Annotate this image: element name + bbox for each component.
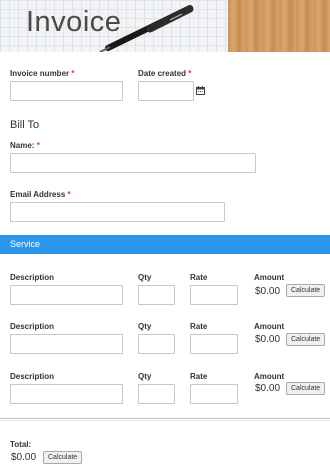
required-mark: *	[188, 69, 192, 78]
name-label-text: Name:	[10, 141, 35, 150]
total-label: Total:	[10, 440, 32, 449]
amount-label: Amount	[254, 273, 285, 282]
rate-label: Rate	[190, 372, 208, 381]
description-label: Description	[10, 322, 55, 331]
page-title: Invoice	[26, 6, 122, 38]
description-label: Description	[10, 372, 55, 381]
date-created-label-text: Date created	[138, 69, 187, 78]
required-mark: *	[71, 69, 75, 78]
rate-input[interactable]	[190, 334, 238, 354]
rate-input[interactable]	[190, 285, 238, 305]
amount-value: $0.00	[255, 383, 281, 394]
amount-label: Amount	[254, 322, 285, 331]
rate-label: Rate	[190, 273, 208, 282]
section-divider	[0, 418, 330, 419]
amount-value: $0.00	[255, 286, 281, 297]
amount-value: $0.00	[255, 334, 281, 345]
calculate-button[interactable]: Calculate	[286, 284, 326, 297]
email-label-text: Email Address	[10, 190, 66, 199]
qty-input[interactable]	[138, 384, 175, 404]
service-bar-label: Service	[10, 239, 41, 249]
total-calculate-button[interactable]: Calculate	[43, 451, 83, 464]
qty-input[interactable]	[138, 334, 175, 354]
service-section-bar: Service	[0, 235, 330, 254]
invoice-number-label: Invoice number *	[10, 69, 74, 78]
date-created-label: Date created *	[138, 69, 191, 78]
description-input[interactable]	[10, 384, 123, 404]
amount-label: Amount	[254, 372, 285, 381]
invoice-number-input[interactable]	[10, 81, 123, 101]
email-input[interactable]	[10, 202, 225, 222]
description-label: Description	[10, 273, 55, 282]
rate-label: Rate	[190, 322, 208, 331]
email-label: Email Address *	[10, 190, 71, 199]
qty-label: Qty	[138, 273, 152, 282]
calendar-icon[interactable]	[196, 86, 205, 95]
rate-input[interactable]	[190, 384, 238, 404]
invoice-number-label-text: Invoice number	[10, 69, 70, 78]
header-banner: Invoice	[0, 0, 330, 52]
qty-label: Qty	[138, 322, 152, 331]
required-mark: *	[67, 190, 71, 199]
qty-input[interactable]	[138, 285, 175, 305]
calculate-button[interactable]: Calculate	[286, 382, 326, 395]
description-input[interactable]	[10, 285, 123, 305]
date-created-input[interactable]	[138, 81, 194, 101]
bill-to-heading: Bill To	[10, 119, 40, 131]
name-input[interactable]	[10, 153, 256, 173]
qty-label: Qty	[138, 372, 152, 381]
description-input[interactable]	[10, 334, 123, 354]
required-mark: *	[36, 141, 40, 150]
calculate-button[interactable]: Calculate	[286, 333, 326, 346]
total-value: $0.00	[11, 452, 37, 463]
section-divider-shadow	[0, 420, 330, 421]
name-label: Name: *	[10, 141, 40, 150]
